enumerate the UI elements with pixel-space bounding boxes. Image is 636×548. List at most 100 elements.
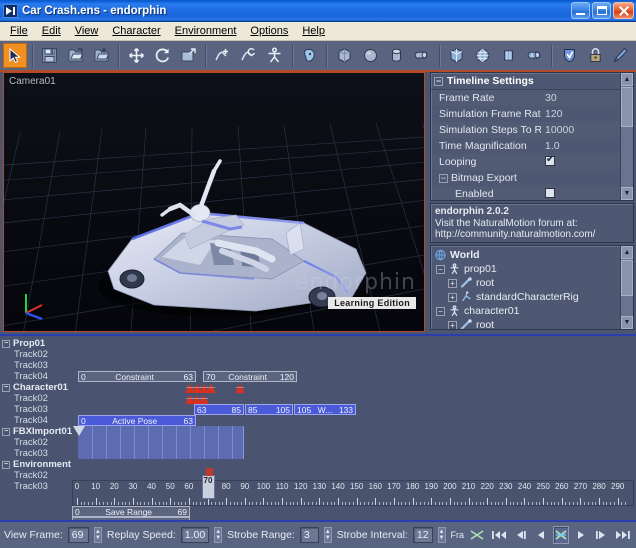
collapse-icon[interactable]: − <box>436 264 445 274</box>
collapse-icon[interactable]: − <box>436 306 445 316</box>
rotate-tool-icon[interactable] <box>150 43 174 68</box>
collapse-icon[interactable]: − <box>434 76 443 86</box>
scrollbar-thumb[interactable] <box>621 260 633 296</box>
menu-help[interactable]: Help <box>295 23 332 39</box>
new-file-icon[interactable] <box>90 43 114 68</box>
scale-tool-icon[interactable] <box>176 43 200 68</box>
strobe-range-input[interactable]: 3 <box>299 527 319 543</box>
expand-icon[interactable]: + <box>448 278 457 288</box>
pen-tool-icon[interactable] <box>609 43 633 68</box>
scroll-up-icon[interactable]: ▲ <box>621 246 633 259</box>
step-forward-button[interactable] <box>593 526 609 544</box>
collapse-icon[interactable]: − <box>2 460 10 469</box>
property-row-enabled[interactable]: Enabled <box>431 186 633 200</box>
event-marker[interactable] <box>199 395 209 404</box>
strobe-interval-input[interactable]: 12 <box>412 527 433 543</box>
scroll-down-icon[interactable]: ▼ <box>621 316 633 329</box>
lane-character01-track03[interactable]: 63 85 85 105 105 W... 133 <box>72 404 636 415</box>
expand-icon[interactable]: + <box>448 320 457 329</box>
collapse-icon[interactable]: − <box>2 427 10 436</box>
lane-prop01-track04[interactable]: 0 Constraint 63 70 Constraint 120 <box>72 371 636 382</box>
character-pose-tool-icon[interactable] <box>263 43 287 68</box>
shield-tool-icon[interactable] <box>557 43 581 68</box>
forum-url[interactable]: http://community.naturalmotion.com/ <box>435 229 629 241</box>
collapse-icon[interactable]: − <box>2 383 10 392</box>
box-wire-icon[interactable] <box>445 43 469 68</box>
bitmap-enabled-checkbox[interactable] <box>545 187 555 198</box>
track-lane-area[interactable]: 0 Constraint 63 70 Constraint 120 63 85 … <box>72 338 636 478</box>
cylinder-wire-icon[interactable] <box>497 43 521 68</box>
expand-icon[interactable]: + <box>448 292 457 302</box>
view-frame-input[interactable]: 69 <box>67 527 89 543</box>
properties-scrollbar[interactable]: ▲ ▼ <box>620 73 633 200</box>
replay-speed-stepper[interactable]: ▲ ▼ <box>214 527 223 543</box>
collapse-icon[interactable]: − <box>2 339 10 348</box>
expand-icon[interactable]: − <box>439 173 448 183</box>
head-object-icon[interactable] <box>298 43 322 68</box>
minimize-button[interactable] <box>571 2 590 19</box>
track-row[interactable]: Track02 <box>0 349 72 360</box>
track-row[interactable]: Track02 <box>0 437 72 448</box>
step-back-button[interactable] <box>513 526 529 544</box>
strobe-range-stepper[interactable]: ▲ ▼ <box>323 527 332 543</box>
replay-speed-input[interactable]: 1.00 <box>180 527 210 543</box>
track-row[interactable]: Track04 <box>0 415 72 426</box>
track-row[interactable]: Track03 <box>0 448 72 459</box>
property-row[interactable]: Simulation Steps To Run 10000 <box>431 122 633 138</box>
cylinder-solid-icon[interactable] <box>384 43 408 68</box>
tree-node-world[interactable]: World <box>431 248 633 262</box>
track-group-prop01[interactable]: − Prop01 <box>0 338 72 349</box>
maximize-button[interactable] <box>592 2 611 19</box>
track-group-environment[interactable]: − Environment <box>0 459 72 470</box>
view-frame-stepper[interactable]: ▲ ▼ <box>93 527 102 543</box>
menu-character[interactable]: Character <box>105 23 167 39</box>
track-row[interactable]: Track03 <box>0 404 72 415</box>
fbximport-selection-region[interactable] <box>78 426 244 459</box>
clip-constraint-1[interactable]: 0 Constraint 63 <box>78 371 196 382</box>
looping-checkbox[interactable] <box>545 155 555 166</box>
track-row[interactable]: Track02 <box>0 470 72 481</box>
property-row[interactable]: Time Magnification 1.0 <box>431 138 633 154</box>
play-button[interactable] <box>574 526 588 544</box>
edit-curve-tool-icon[interactable] <box>237 43 261 68</box>
tree-node-character01-root[interactable]: + root <box>431 318 633 329</box>
tree-node-prop01-root[interactable]: + root <box>431 276 633 290</box>
menu-edit[interactable]: Edit <box>35 23 68 39</box>
property-row[interactable]: Simulation Frame Rate 120 <box>431 106 633 122</box>
move-tool-icon[interactable] <box>124 43 148 68</box>
clip-behaviour-3[interactable]: 105 W... 133 <box>294 404 356 415</box>
play-reverse-button[interactable] <box>534 526 548 544</box>
track-row[interactable]: Track03 <box>0 481 72 492</box>
property-row-looping[interactable]: Looping <box>431 154 633 170</box>
clip-constraint-2[interactable]: 70 Constraint 120 <box>203 371 297 382</box>
strobe-interval-stepper[interactable]: ▲ ▼ <box>437 527 446 543</box>
clip-active-pose[interactable]: 0 Active Pose 63 <box>78 415 196 426</box>
property-group-bitmap-export[interactable]: − Bitmap Export <box>431 170 633 186</box>
timeline-playhead[interactable]: 70 <box>201 468 215 499</box>
save-range-row[interactable]: 0 Save Range 69 <box>72 506 190 517</box>
clip-behaviour-1[interactable]: 63 85 <box>194 404 244 415</box>
capsule-wire-icon[interactable] <box>522 43 546 68</box>
lane-character01-track04[interactable]: 0 Active Pose 63 <box>72 415 636 426</box>
track-group-fbximport01[interactable]: − FBXImport01 <box>0 426 72 437</box>
menu-options[interactable]: Options <box>243 23 295 39</box>
track-group-character01[interactable]: − Character01 <box>0 382 72 393</box>
tree-node-character01[interactable]: − character01 <box>431 304 633 318</box>
sphere-solid-icon[interactable] <box>358 43 382 68</box>
viewport-3d[interactable]: Camera01 endorphin Learning Edition <box>3 72 425 332</box>
select-arrow-tool-icon[interactable] <box>3 43 27 68</box>
scrollbar-thumb[interactable] <box>621 87 633 127</box>
add-keyframe-tool-icon[interactable] <box>211 43 235 68</box>
event-marker[interactable] <box>235 384 245 393</box>
tree-node-prop01[interactable]: − prop01 <box>431 262 633 276</box>
save-file-icon[interactable] <box>38 43 62 68</box>
capsule-solid-icon[interactable] <box>410 43 434 68</box>
property-row[interactable]: Frame Rate 30 <box>431 90 633 106</box>
tree-node-prop01-rig[interactable]: + standardCharacterRig <box>431 290 633 304</box>
track-row[interactable]: Track04 <box>0 371 72 382</box>
sphere-wire-icon[interactable] <box>471 43 495 68</box>
timeline-settings-header[interactable]: − Timeline Settings <box>431 73 633 90</box>
close-button[interactable] <box>613 2 634 19</box>
lock-tool-icon[interactable] <box>583 43 607 68</box>
event-marker[interactable] <box>206 384 216 393</box>
